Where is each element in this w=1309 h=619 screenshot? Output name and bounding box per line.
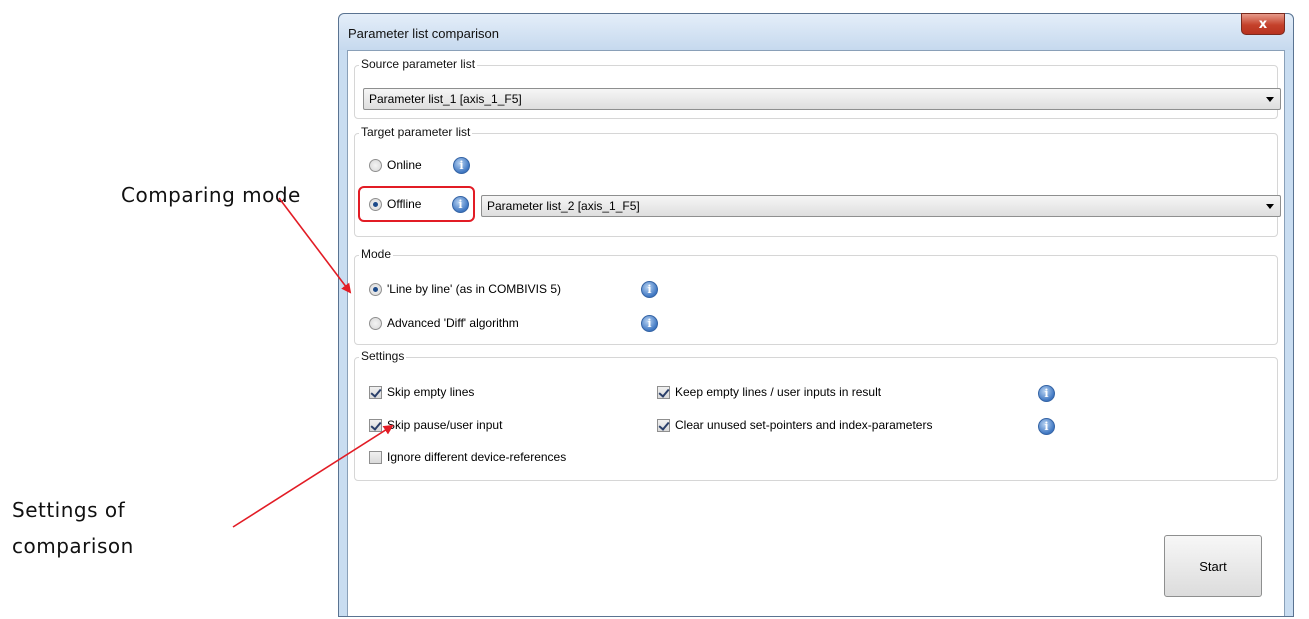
mode-group: Mode 'Line by line' (as in COMBIVIS 5) i… <box>354 247 1278 345</box>
ignore-device-refs-checkbox[interactable] <box>369 450 382 464</box>
annotation-settings-line2: comparison <box>12 534 134 558</box>
line-by-line-radio-row[interactable]: 'Line by line' (as in COMBIVIS 5) <box>369 282 561 296</box>
skip-pause-label: Skip pause/user input <box>387 418 503 432</box>
close-icon: x <box>1258 16 1268 32</box>
target-group-label: Target parameter list <box>359 125 473 139</box>
advanced-diff-radio-row[interactable]: Advanced 'Diff' algorithm <box>369 316 519 330</box>
online-radio[interactable] <box>369 158 382 172</box>
keep-empty-lines-checkbox[interactable] <box>657 385 670 399</box>
source-group: Source parameter list Parameter list_1 [… <box>354 57 1281 119</box>
online-label: Online <box>387 158 422 172</box>
info-icon[interactable]: i <box>1038 418 1055 435</box>
source-group-label: Source parameter list <box>359 57 478 71</box>
offline-radio-row[interactable]: Offline <box>369 197 421 211</box>
keep-empty-lines-row[interactable]: Keep empty lines / user inputs in result <box>657 385 881 399</box>
start-button[interactable]: Start <box>1164 535 1262 597</box>
info-icon[interactable]: i <box>641 281 658 298</box>
offline-label: Offline <box>387 197 422 211</box>
advanced-diff-label: Advanced 'Diff' algorithm <box>387 316 519 330</box>
info-icon[interactable]: i <box>641 315 658 332</box>
offline-list-value: Parameter list_2 [axis_1_F5] <box>487 199 640 213</box>
dialog-client-area: Source parameter list Parameter list_1 [… <box>347 50 1285 616</box>
start-button-label: Start <box>1199 558 1227 574</box>
skip-pause-checkbox[interactable] <box>369 418 382 432</box>
settings-group-label: Settings <box>359 349 407 363</box>
mode-group-label: Mode <box>359 247 394 261</box>
clear-unused-label: Clear unused set-pointers and index-para… <box>675 418 933 432</box>
skip-pause-row[interactable]: Skip pause/user input <box>369 418 502 432</box>
advanced-diff-radio[interactable] <box>369 316 382 330</box>
comparison-dialog: Parameter list comparison x Source param… <box>338 13 1294 617</box>
offline-radio[interactable] <box>369 197 382 211</box>
source-list-select[interactable]: Parameter list_1 [axis_1_F5] <box>363 88 1281 110</box>
clear-unused-row[interactable]: Clear unused set-pointers and index-para… <box>657 418 932 432</box>
ignore-device-refs-label: Ignore different device-references <box>387 450 567 464</box>
chevron-down-icon <box>1266 97 1274 102</box>
skip-empty-lines-label: Skip empty lines <box>387 385 475 399</box>
close-button[interactable]: x <box>1241 13 1285 35</box>
target-group: Target parameter list Online i Offline i… <box>354 125 1281 237</box>
offline-list-select[interactable]: Parameter list_2 [axis_1_F5] <box>481 195 1281 217</box>
title-bar: Parameter list comparison x <box>339 13 1293 50</box>
info-icon[interactable]: i <box>452 196 469 213</box>
line-by-line-radio[interactable] <box>369 282 382 296</box>
info-icon[interactable]: i <box>1038 385 1055 402</box>
online-radio-row[interactable]: Online <box>369 158 422 172</box>
settings-group: Settings Skip empty lines Skip pause/use… <box>354 349 1278 481</box>
source-list-value: Parameter list_1 [axis_1_F5] <box>369 92 522 106</box>
dialog-title: Parameter list comparison <box>348 26 499 41</box>
line-by-line-label: 'Line by line' (as in COMBIVIS 5) <box>387 282 561 296</box>
ignore-device-refs-row[interactable]: Ignore different device-references <box>369 450 566 464</box>
clear-unused-checkbox[interactable] <box>657 418 670 432</box>
keep-empty-lines-label: Keep empty lines / user inputs in result <box>675 385 882 399</box>
annotation-comparing-mode: Comparing mode <box>121 183 301 207</box>
info-icon[interactable]: i <box>453 157 470 174</box>
chevron-down-icon <box>1266 204 1274 209</box>
skip-empty-lines-checkbox[interactable] <box>369 385 382 399</box>
annotation-settings-line1: Settings of <box>12 498 126 522</box>
skip-empty-lines-row[interactable]: Skip empty lines <box>369 385 474 399</box>
